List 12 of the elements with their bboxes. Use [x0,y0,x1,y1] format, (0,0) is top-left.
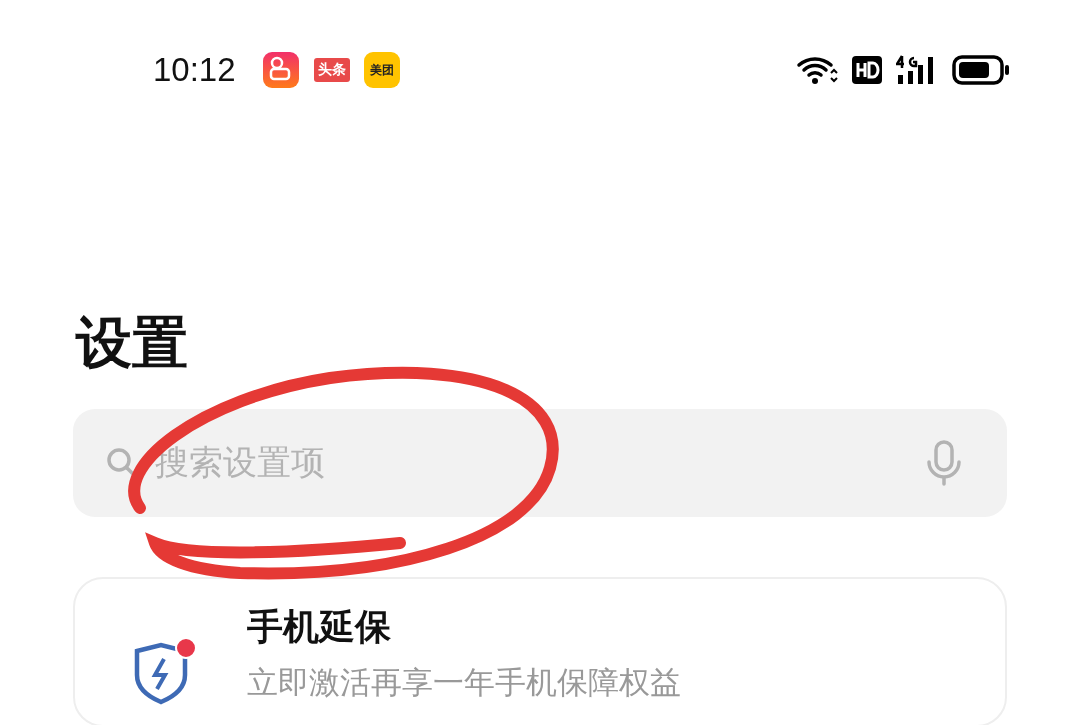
card-title: 手机延保 [247,605,392,649]
app-notification-label: 头条 [313,58,350,82]
warranty-card[interactable]: 手机延保 立即激活再享一年手机保障权益 [73,577,1007,725]
card-subtitle: 立即激活再享一年手机保障权益 [247,663,681,702]
battery-icon [952,55,1010,85]
app-notification-label: 美团 [363,52,400,88]
microphone-icon[interactable] [925,440,963,486]
status-time: 10:12 [153,51,236,89]
wifi-icon [796,55,838,85]
app-notification-icon [261,51,300,89]
page-title: 设置 [76,315,189,371]
hd-icon [852,56,882,84]
